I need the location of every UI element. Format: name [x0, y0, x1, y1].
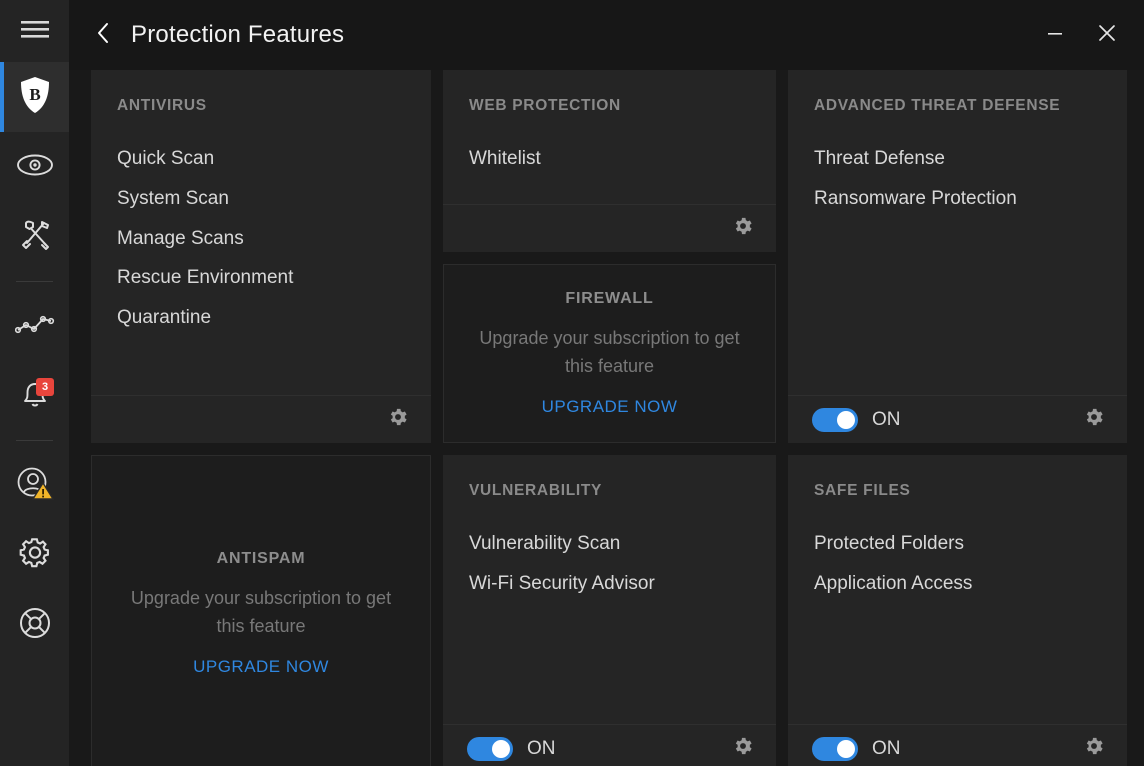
card-web-protection-footer [443, 204, 776, 252]
eye-icon [15, 152, 55, 183]
card-advanced-threat-defense-footer: ON [788, 395, 1127, 443]
card-antivirus-title: ANTIVIRUS [117, 97, 207, 114]
card-advanced-threat-defense: ADVANCED THREAT DEFENSE Threat Defense R… [788, 70, 1127, 443]
activity-chart-icon [14, 312, 55, 341]
safe-files-toggle[interactable] [812, 736, 858, 761]
window-controls [1040, 20, 1132, 50]
sidebar-item-support[interactable] [0, 590, 69, 660]
card-firewall: FIREWALL Upgrade your subscription to ge… [443, 264, 776, 443]
close-icon [1097, 23, 1117, 48]
main-area: Protection Features ANTIVIRUS Quick Scan… [69, 0, 1144, 766]
card-antispam-body: ANTISPAM Upgrade your subscription to ge… [92, 456, 430, 766]
antivirus-settings-button[interactable] [387, 406, 409, 433]
vulnerability-settings-button[interactable] [732, 735, 754, 762]
page-title: Protection Features [131, 21, 345, 48]
antispam-upgrade-link[interactable]: UPGRADE NOW [193, 657, 329, 677]
minimize-icon [1046, 24, 1064, 47]
card-firewall-message: Upgrade your subscription to get this fe… [479, 328, 740, 376]
safe-files-toggle-label: ON [872, 737, 901, 759]
minimize-button[interactable] [1040, 20, 1070, 50]
card-antivirus-footer [91, 395, 431, 443]
antivirus-link-system-scan[interactable]: System Scan [117, 179, 405, 219]
sidebar-divider [16, 281, 53, 282]
sidebar-item-account[interactable] [0, 450, 69, 520]
atd-link-ransomware-protection[interactable]: Ransomware Protection [814, 179, 1101, 219]
gear-icon [1083, 406, 1105, 433]
gear-icon [18, 536, 52, 575]
sidebar: B 3 [0, 0, 69, 766]
card-antivirus-body: ANTIVIRUS Quick Scan System Scan Manage … [91, 70, 431, 395]
card-safe-files-footer: ON [788, 724, 1127, 766]
account-warning-icon [15, 465, 55, 506]
menu-button[interactable] [0, 0, 69, 62]
atd-toggle[interactable] [812, 407, 858, 432]
vulnerability-link-vulnerability-scan[interactable]: Vulnerability Scan [469, 524, 750, 564]
card-safe-files-title: SAFE FILES [814, 482, 911, 499]
sidebar-divider-2 [16, 440, 53, 441]
sidebar-item-protection[interactable]: B [0, 62, 69, 132]
sidebar-item-privacy[interactable] [0, 132, 69, 202]
lifebuoy-icon [18, 606, 52, 645]
card-vulnerability-footer: ON [443, 724, 776, 766]
antivirus-link-quick-scan[interactable]: Quick Scan [117, 139, 405, 179]
card-vulnerability-title: VULNERABILITY [469, 482, 603, 499]
card-web-protection-title: WEB PROTECTION [469, 97, 621, 114]
card-firewall-title: FIREWALL [565, 290, 654, 308]
gear-icon [387, 406, 409, 433]
hamburger-icon [20, 19, 50, 44]
atd-settings-button[interactable] [1083, 406, 1105, 433]
gear-icon [1083, 735, 1105, 762]
bitdefender-shield-icon: B [19, 76, 51, 119]
card-advanced-threat-defense-title: ADVANCED THREAT DEFENSE [814, 97, 1061, 114]
antivirus-link-quarantine[interactable]: Quarantine [117, 298, 405, 338]
card-firewall-body: FIREWALL Upgrade your subscription to ge… [444, 265, 775, 442]
svg-text:B: B [29, 85, 40, 104]
antivirus-link-rescue-environment[interactable]: Rescue Environment [117, 258, 405, 298]
card-antispam: ANTISPAM Upgrade your subscription to ge… [91, 455, 431, 766]
card-vulnerability-body: VULNERABILITY Vulnerability Scan Wi-Fi S… [443, 455, 776, 724]
title-bar: Protection Features [69, 0, 1144, 70]
vulnerability-toggle-label: ON [527, 737, 556, 759]
safe-files-settings-button[interactable] [1083, 735, 1105, 762]
card-vulnerability: VULNERABILITY Vulnerability Scan Wi-Fi S… [443, 455, 776, 766]
atd-toggle-knob [837, 410, 855, 429]
chevron-left-icon [96, 21, 112, 50]
safe-files-link-protected-folders[interactable]: Protected Folders [814, 524, 1101, 564]
notification-badge: 3 [36, 378, 54, 396]
sidebar-item-settings[interactable] [0, 520, 69, 590]
safe-files-toggle-knob [837, 739, 855, 758]
vulnerability-toggle[interactable] [467, 736, 513, 761]
sidebar-item-notifications[interactable]: 3 [0, 361, 69, 431]
atd-link-threat-defense[interactable]: Threat Defense [814, 139, 1101, 179]
card-antivirus: ANTIVIRUS Quick Scan System Scan Manage … [91, 70, 431, 443]
card-safe-files: SAFE FILES Protected Folders Application… [788, 455, 1127, 766]
web-protection-settings-button[interactable] [732, 215, 754, 242]
card-antispam-title: ANTISPAM [216, 550, 306, 568]
vulnerability-link-wifi-security-advisor[interactable]: Wi-Fi Security Advisor [469, 564, 750, 604]
card-safe-files-body: SAFE FILES Protected Folders Application… [788, 455, 1127, 724]
close-button[interactable] [1092, 20, 1122, 50]
firewall-upgrade-link[interactable]: UPGRADE NOW [542, 397, 678, 417]
gear-icon [732, 735, 754, 762]
card-web-protection: WEB PROTECTION Whitelist [443, 70, 776, 252]
sidebar-item-activity[interactable] [0, 291, 69, 361]
card-antispam-message: Upgrade your subscription to get this fe… [130, 588, 392, 636]
antivirus-link-manage-scans[interactable]: Manage Scans [117, 219, 405, 259]
card-web-protection-body: WEB PROTECTION Whitelist [443, 70, 776, 204]
column-web-firewall: WEB PROTECTION Whitelist FIREWALL Upgrad… [443, 70, 776, 443]
atd-toggle-label: ON [872, 408, 901, 430]
safe-files-link-application-access[interactable]: Application Access [814, 564, 1101, 604]
web-protection-link-whitelist[interactable]: Whitelist [469, 139, 750, 179]
gear-icon [732, 215, 754, 242]
sidebar-item-utilities[interactable] [0, 202, 69, 272]
card-advanced-threat-defense-body: ADVANCED THREAT DEFENSE Threat Defense R… [788, 70, 1127, 395]
feature-grid: ANTIVIRUS Quick Scan System Scan Manage … [69, 70, 1144, 766]
back-button[interactable] [87, 18, 121, 52]
tools-icon [17, 218, 53, 257]
app-window: B 3 Protection Features ANTIVIRUS Quick … [0, 0, 1144, 766]
vulnerability-toggle-knob [492, 739, 510, 758]
